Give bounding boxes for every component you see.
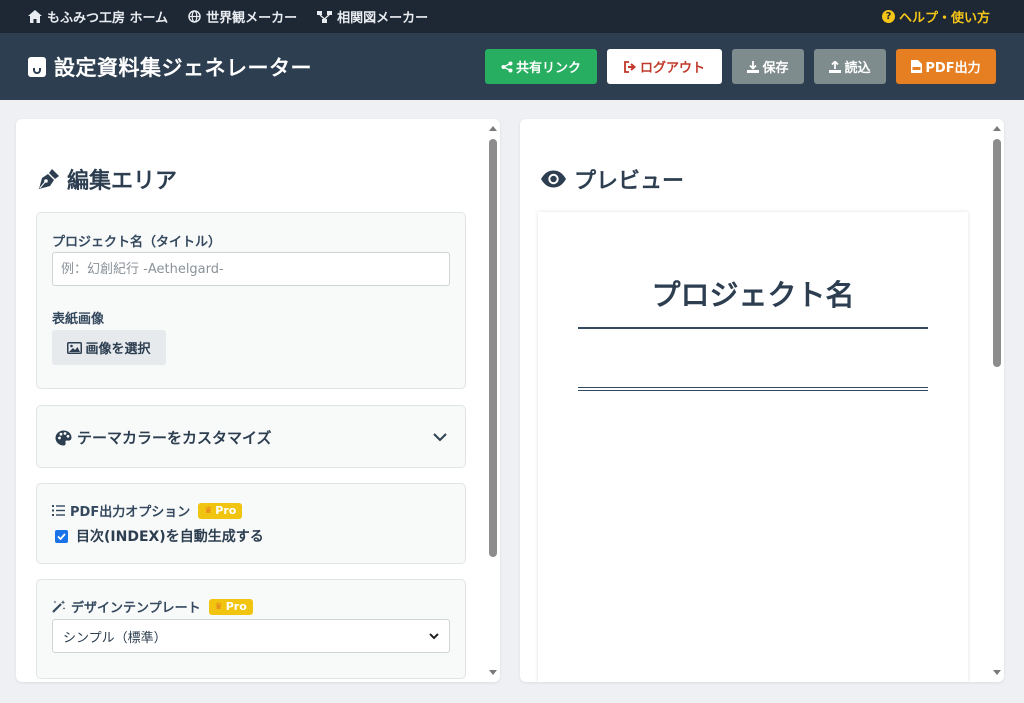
preview-doc-title: プロジェクト名 (651, 278, 855, 312)
select-image-label: 画像を選択 (85, 342, 151, 357)
nav-worldview-label: 世界観メーカー (206, 11, 298, 26)
sign-out-icon (624, 60, 637, 73)
pdf-options-label: PDF出力オプション (70, 505, 191, 520)
template-select[interactable]: シンプル（標準） (52, 619, 450, 653)
toc-label: 目次(INDEX)を自動生成する (76, 529, 264, 545)
nav-worldview-link[interactable]: 世界観メーカー (188, 7, 297, 26)
project-card: プロジェクト名（タイトル） 表紙画像 画像を選択 (36, 212, 466, 389)
pdf-file-icon (911, 60, 923, 73)
scroll-down-arrow-icon[interactable] (489, 670, 497, 675)
editor-panel: 編集エリア プロジェクト名（タイトル） 表紙画像 画像を選択 テーマカラーをカス… (16, 119, 500, 682)
share-link-button[interactable]: 共有リンク (485, 49, 597, 84)
image-icon (67, 341, 83, 354)
diagram-icon (317, 10, 333, 23)
load-button[interactable]: 読込 (814, 49, 886, 84)
nav-diagram-link[interactable]: 相関図メーカー (317, 7, 428, 26)
editor-heading-label: 編集エリア (67, 169, 178, 194)
share-link-label: 共有リンク (515, 61, 581, 76)
theme-color-toggle[interactable]: テーマカラーをカスタマイズ (55, 406, 447, 469)
list-icon (52, 505, 65, 516)
globe-icon (188, 10, 201, 23)
project-name-input[interactable] (52, 252, 450, 286)
logout-button[interactable]: ログアウト (607, 49, 722, 84)
app-title: 設定資料集ジェネレーター (54, 55, 312, 80)
scroll-thumb[interactable] (489, 139, 497, 557)
book-icon (28, 56, 46, 77)
upload-icon (829, 60, 842, 73)
preview-heading: プレビュー (540, 163, 684, 195)
editor-heading: 編集エリア (36, 163, 177, 195)
share-icon (501, 61, 513, 72)
template-title: デザインテンプレート ♛ Pro (52, 597, 253, 616)
app-title-group: 設定資料集ジェネレーター (28, 52, 312, 82)
pdf-export-button[interactable]: PDF出力 (896, 49, 996, 84)
editor-scrollbar[interactable] (488, 121, 498, 680)
scroll-up-arrow-icon[interactable] (489, 126, 497, 131)
preview-scrollbar[interactable] (992, 121, 1002, 680)
cover-image-label: 表紙画像 (52, 312, 105, 327)
question-icon: ? (881, 10, 895, 23)
app-header: 設定資料集ジェネレーター 共有リンク ログアウト 保存 読込 PDF出力 (0, 33, 1024, 100)
title-underline (578, 327, 928, 329)
magic-wand-icon (52, 600, 66, 613)
pen-nib-icon (39, 169, 59, 189)
palette-icon (55, 430, 72, 445)
pro-badge-label: Pro (215, 504, 237, 517)
select-image-button[interactable]: 画像を選択 (52, 330, 166, 365)
preview-panel: プレビュー プロジェクト名 (520, 119, 1004, 682)
header-actions: 共有リンク ログアウト 保存 読込 PDF出力 (485, 49, 996, 84)
pdf-options-title: PDF出力オプション ♛ Pro (52, 501, 243, 520)
help-label: ヘルプ・使い方 (898, 11, 990, 26)
preview-heading-label: プレビュー (574, 169, 685, 194)
save-button[interactable]: 保存 (732, 49, 804, 84)
scroll-thumb[interactable] (993, 139, 1001, 367)
chevron-down-icon (429, 632, 439, 639)
help-link[interactable]: ? ヘルプ・使い方 (881, 7, 990, 26)
project-name-label: プロジェクト名（タイトル） (52, 235, 222, 250)
crown-icon: ♛ (214, 601, 223, 612)
preview-document: プロジェクト名 (538, 212, 968, 682)
template-card: デザインテンプレート ♛ Pro シンプル（標準） (36, 579, 466, 679)
theme-color-label: テーマカラーをカスタマイズ (77, 429, 272, 447)
check-icon (57, 532, 66, 540)
scroll-up-arrow-icon[interactable] (993, 126, 1001, 131)
scroll-down-arrow-icon[interactable] (993, 670, 1001, 675)
save-label: 保存 (762, 61, 789, 76)
load-label: 読込 (844, 61, 871, 76)
pro-badge-label: Pro (225, 600, 247, 613)
home-icon (28, 10, 42, 23)
pdf-options-card: PDF出力オプション ♛ Pro 目次(INDEX)を自動生成する (36, 483, 466, 564)
toc-checkbox[interactable] (55, 529, 68, 543)
double-rule-top (578, 387, 928, 388)
pro-badge: ♛ Pro (198, 502, 243, 519)
pdf-export-label: PDF出力 (925, 61, 981, 76)
download-icon (747, 60, 760, 73)
theme-card: テーマカラーをカスタマイズ (36, 405, 466, 468)
chevron-down-icon (433, 433, 447, 442)
template-select-value: シンプル（標準） (63, 630, 167, 646)
crown-icon: ♛ (204, 505, 213, 516)
top-nav: もふみつ工房 ホーム 世界観メーカー 相関図メーカー ? ヘルプ・使い方 (0, 0, 1024, 33)
nav-home-link[interactable]: もふみつ工房 ホーム (28, 7, 168, 26)
logout-label: ログアウト (639, 61, 705, 76)
template-label: デザインテンプレート (71, 601, 201, 616)
toc-option: 目次(INDEX)を自動生成する (55, 526, 264, 546)
nav-diagram-label: 相関図メーカー (337, 11, 429, 26)
eye-icon (541, 170, 566, 188)
nav-home-label: もふみつ工房 ホーム (47, 11, 169, 26)
pro-badge: ♛ Pro (208, 598, 253, 615)
double-rule-bottom (578, 390, 928, 391)
